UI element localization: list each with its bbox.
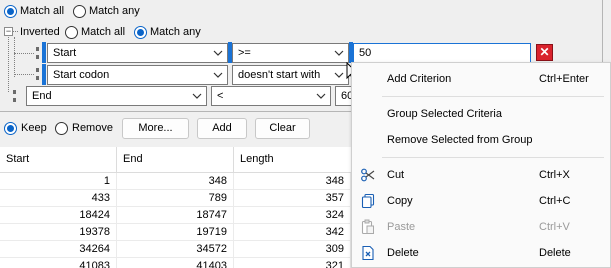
menu-item-label: Group Selected Criteria [387, 108, 502, 120]
cell-start: 18424 [0, 207, 117, 224]
menu-separator [382, 96, 604, 97]
menu-item-remove-from-group[interactable]: Remove Selected from Group [352, 127, 610, 153]
cell-length: 348 [234, 173, 351, 190]
remove-radio[interactable] [55, 122, 68, 135]
menu-item-copy[interactable]: Copy Ctrl+C [352, 188, 610, 214]
group-match-any-radio[interactable] [134, 26, 147, 39]
cell-length: 357 [234, 190, 351, 207]
drag-handle-icon[interactable] [13, 90, 16, 102]
match-any-radio[interactable] [73, 5, 86, 18]
menu-item-shortcut: Ctrl+C [539, 195, 571, 207]
cell-end: 348 [117, 173, 234, 190]
operator-select-value: < [217, 90, 224, 102]
add-button[interactable]: Add [197, 118, 247, 139]
operator-select[interactable]: doesn't start with [232, 65, 349, 85]
cell-start: 1 [0, 173, 117, 190]
menu-item-shortcut: Ctrl+Enter [539, 73, 589, 85]
remove-label: Remove [72, 122, 113, 134]
collapse-toggle-icon[interactable]: − [4, 27, 13, 36]
paste-icon [361, 219, 374, 235]
selection-indicator [42, 64, 46, 85]
field-select[interactable]: Start [47, 43, 228, 63]
tree-connector [8, 37, 9, 92]
chevron-down-icon [213, 50, 223, 56]
menu-item-shortcut: Ctrl+V [539, 221, 570, 233]
menu-item-group-selected[interactable]: Group Selected Criteria [352, 101, 610, 127]
tree-connector [14, 53, 34, 54]
tree-connector [14, 37, 15, 77]
tree-connector [14, 74, 34, 75]
remove-criterion-button[interactable]: ✕ [536, 44, 553, 61]
match-any-label: Match any [89, 5, 140, 17]
menu-item-label: Cut [387, 169, 405, 181]
keep-label: Keep [21, 122, 47, 134]
group-match-all-label: Match all [81, 26, 126, 38]
menu-item-paste[interactable]: Paste Ctrl+V [352, 214, 610, 240]
menu-item-cut[interactable]: Cut Ctrl+X [352, 162, 610, 188]
cell-start: 433 [0, 190, 117, 207]
chevron-down-icon [316, 93, 326, 99]
field-select-value: Start codon [53, 69, 110, 81]
tree-connector [13, 31, 18, 32]
operator-select-value: >= [238, 47, 251, 59]
cell-length: 342 [234, 224, 351, 241]
chevron-down-icon [213, 72, 223, 78]
column-header-start[interactable]: Start [0, 147, 117, 173]
field-select[interactable]: Start codon [47, 65, 228, 85]
cell-end: 789 [117, 190, 234, 207]
field-select-value: Start [53, 47, 77, 59]
menu-item-label: Remove Selected from Group [387, 134, 533, 146]
chevron-down-icon [334, 72, 344, 78]
cell-length: 324 [234, 207, 351, 224]
menu-item-label: Delete [387, 247, 419, 259]
group-match-all-radio[interactable] [65, 26, 78, 39]
menu-separator [382, 157, 604, 158]
operator-select-value: doesn't start with [238, 69, 321, 81]
column-header-end[interactable]: End [117, 147, 234, 173]
keep-radio[interactable] [4, 122, 17, 135]
cell-start: 19378 [0, 224, 117, 241]
menu-item-label: Paste [387, 221, 416, 233]
drag-handle-icon[interactable] [36, 68, 39, 80]
menu-item-label: Add Criterion [387, 73, 452, 85]
field-select[interactable]: End [26, 86, 207, 106]
value-input[interactable]: 50 [353, 43, 531, 63]
cell-end: 19719 [117, 224, 234, 241]
chevron-down-icon [334, 50, 344, 56]
operator-select[interactable]: < [211, 86, 331, 106]
match-all-radio[interactable] [4, 5, 17, 18]
clear-button[interactable]: Clear [255, 118, 310, 139]
scissors-icon [361, 168, 375, 182]
match-all-label: Match all [20, 5, 65, 17]
selection-indicator [42, 42, 46, 63]
menu-item-shortcut: Delete [539, 247, 571, 259]
group-match-any-label: Match any [150, 26, 201, 38]
drag-handle-icon[interactable] [36, 47, 39, 59]
more-button[interactable]: More... [122, 118, 189, 139]
copy-icon [361, 193, 375, 209]
inverted-label: Inverted [20, 26, 60, 38]
cell-start: 41083 [0, 258, 117, 268]
menu-item-shortcut: Ctrl+X [539, 169, 570, 181]
column-header-length[interactable]: Length [234, 147, 364, 173]
operator-select[interactable]: >= [232, 43, 349, 63]
menu-item-delete[interactable]: Delete Delete [352, 240, 610, 266]
menu-item-label: Copy [387, 195, 413, 207]
cell-end: 34572 [117, 241, 234, 258]
field-select-value: End [32, 90, 52, 102]
chevron-down-icon [192, 93, 202, 99]
cell-end: 41403 [117, 258, 234, 268]
context-menu: Add Criterion Ctrl+Enter Group Selected … [351, 62, 611, 268]
cell-start: 34264 [0, 241, 117, 258]
cell-length: 321 [234, 258, 351, 268]
cell-length: 309 [234, 241, 351, 258]
delete-icon [362, 245, 374, 261]
cell-end: 18747 [117, 207, 234, 224]
menu-item-add-criterion[interactable]: Add Criterion Ctrl+Enter [352, 66, 610, 92]
